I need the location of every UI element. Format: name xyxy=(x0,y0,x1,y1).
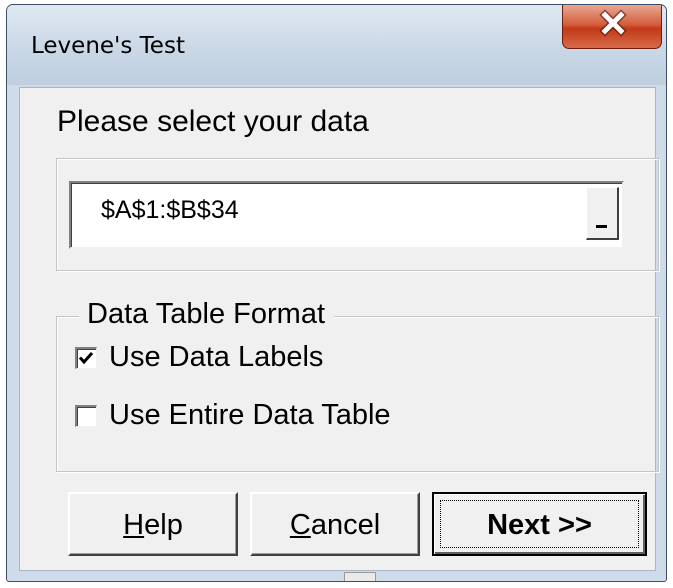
data-range-value: $A$1:$B$34 xyxy=(101,196,239,224)
data-table-format-group: Data Table Format Use Data Labels Use En… xyxy=(56,298,659,472)
checkbox-label: Use Data Labels xyxy=(109,341,324,373)
close-icon xyxy=(599,9,627,37)
group-legend: Data Table Format xyxy=(79,298,335,331)
data-range-group: $A$1:$B$34 xyxy=(56,158,659,271)
cancel-button[interactable]: Cancel xyxy=(250,492,420,556)
range-collapse-icon xyxy=(596,225,607,228)
data-range-input[interactable]: $A$1:$B$34 xyxy=(69,181,624,249)
checkmark-icon xyxy=(78,352,94,365)
checkbox-checked[interactable] xyxy=(75,347,97,369)
page-title: Please select your data xyxy=(57,105,369,138)
next-button-label: Next >> xyxy=(487,509,592,541)
dialog-client-area: Please select your data $A$1:$B$34 Data … xyxy=(19,87,659,571)
range-select-button[interactable] xyxy=(586,187,619,240)
help-button[interactable]: Help xyxy=(68,492,238,556)
close-button[interactable] xyxy=(562,5,662,49)
resize-handle[interactable] xyxy=(344,572,376,581)
window-title: Levene's Test xyxy=(31,33,185,59)
cancel-button-label: Cancel xyxy=(289,509,381,541)
checkbox-label: Use Entire Data Table xyxy=(109,399,391,431)
next-button[interactable]: Next >> xyxy=(432,492,647,556)
title-bar[interactable]: Levene's Test xyxy=(7,5,666,85)
checkbox-unchecked[interactable] xyxy=(75,405,97,427)
dialog-window: Levene's Test Please select your data $A… xyxy=(6,4,667,582)
help-button-label: Help xyxy=(123,509,183,541)
